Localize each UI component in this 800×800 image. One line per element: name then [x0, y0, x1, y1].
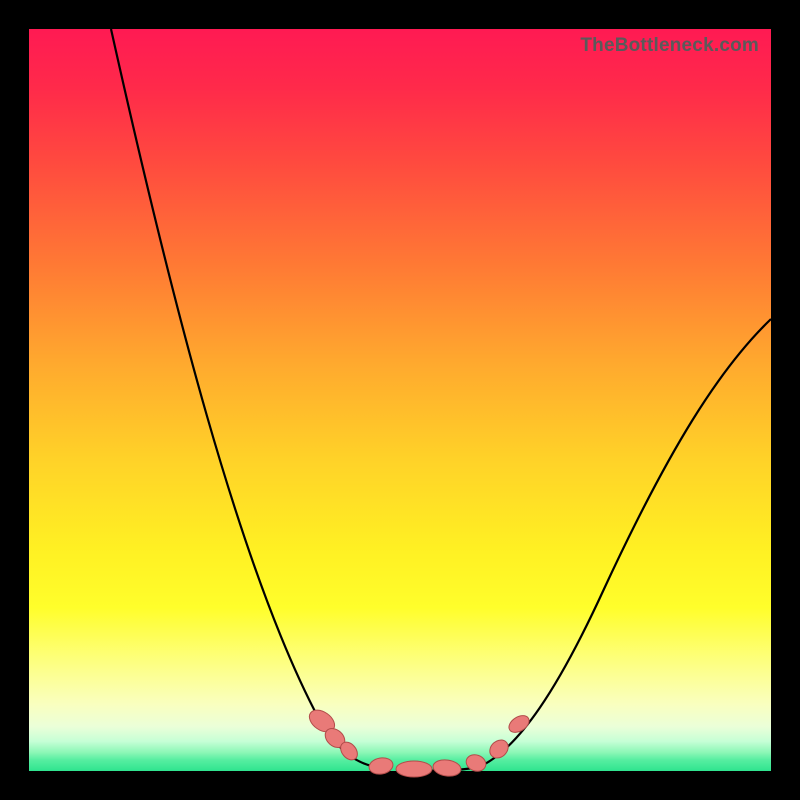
- chart-curves: [111, 29, 771, 771]
- chart-svg: [29, 29, 771, 771]
- curve-right-branch: [409, 319, 771, 771]
- marker-point: [432, 758, 462, 778]
- marker-point: [506, 712, 532, 736]
- chart-markers: [305, 706, 532, 778]
- marker-point: [368, 756, 394, 776]
- marker-point: [396, 761, 432, 777]
- marker-point: [486, 736, 512, 761]
- chart-plot-area: TheBottleneck.com: [29, 29, 771, 771]
- curve-left-branch: [111, 29, 389, 769]
- marker-point: [464, 752, 488, 774]
